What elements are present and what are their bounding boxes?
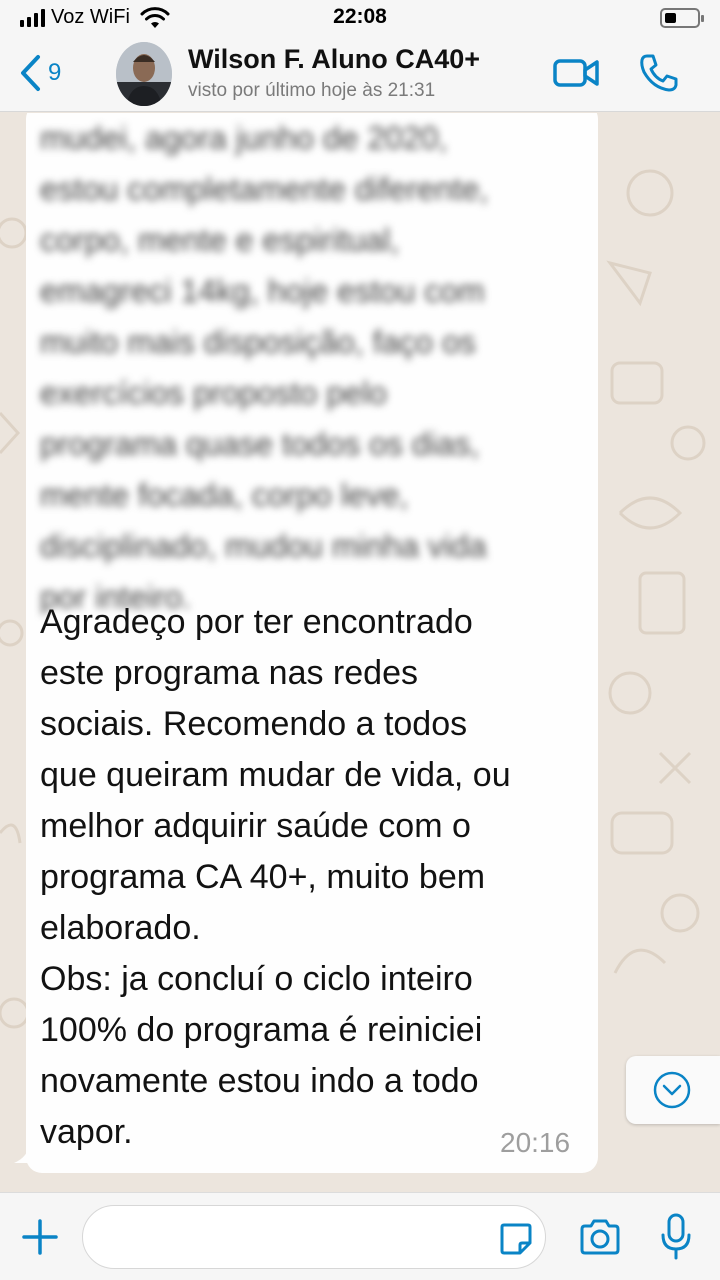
unread-count: 9 <box>48 59 62 86</box>
blurred-line: emagreci 14kg, hoje estou com <box>40 273 485 309</box>
message-line: 100% do programa é reiniciei <box>40 1011 483 1049</box>
contact-name[interactable]: Wilson F. Aluno CA40+ <box>188 44 480 75</box>
message-line: melhor adquirir saúde com o <box>40 807 471 845</box>
chevron-left-icon <box>21 55 40 91</box>
scroll-to-bottom-button[interactable] <box>626 1056 720 1124</box>
avatar-image <box>116 42 172 106</box>
message-line: sociais. Recomendo a todos <box>40 705 468 743</box>
message-line: que queiram mudar de vida, ou <box>40 756 511 794</box>
message-line: Obs: ja concluí o ciclo inteiro <box>40 960 473 998</box>
back-button[interactable]: 9 <box>18 54 61 92</box>
message-line: Agradeço por ter encontrado <box>40 603 473 641</box>
blurred-line: corpo, mente e espiritual, <box>40 222 400 258</box>
sticker-icon[interactable] <box>498 1221 534 1257</box>
blurred-line: muito mais disposição, faço os <box>40 324 476 360</box>
message-line: elaborado. <box>40 909 201 947</box>
camera-icon[interactable] <box>578 1219 622 1255</box>
video-camera-icon[interactable] <box>552 56 600 90</box>
blurred-line: mente focada, corpo leve, <box>40 477 409 513</box>
last-seen-status: visto por último hoje às 21:31 <box>188 80 436 101</box>
message-text: Agradeço por ter encontrado este programa… <box>40 597 588 1158</box>
blurred-line: estou completamente diferente, <box>40 171 489 207</box>
plus-icon[interactable] <box>20 1217 60 1257</box>
phone-icon[interactable] <box>638 52 680 94</box>
status-time: 22:08 <box>333 5 387 28</box>
input-bar <box>0 1192 720 1280</box>
message-line: este programa nas redes <box>40 654 418 692</box>
message-time: 20:16 <box>500 1127 571 1158</box>
status-bar: Voz WiFi 22:08 <box>0 0 720 36</box>
blurred-line: exercícios proposto pelo <box>40 375 387 411</box>
avatar[interactable] <box>116 42 172 106</box>
microphone-icon[interactable] <box>660 1213 692 1261</box>
blurred-line: programa quase todos os dias, <box>40 426 480 462</box>
chat-header: 9 Wilson F. Aluno CA40+ visto por último… <box>0 36 720 112</box>
blurred-line: disciplinado, mudou minha vida <box>40 528 487 564</box>
message-line: novamente estou indo a todo <box>40 1062 479 1100</box>
chevron-down-circle-icon <box>653 1071 691 1109</box>
blurred-message-text: mudei, agora junho de 2020, estou complet… <box>40 113 600 623</box>
message-line: programa CA 40+, muito bem <box>40 858 486 896</box>
blurred-line: mudei, agora junho de 2020, <box>40 120 448 156</box>
message-input[interactable] <box>82 1205 546 1269</box>
battery-icon <box>660 8 704 28</box>
chat-area[interactable]: mudei, agora junho de 2020, estou complet… <box>0 113 720 1192</box>
